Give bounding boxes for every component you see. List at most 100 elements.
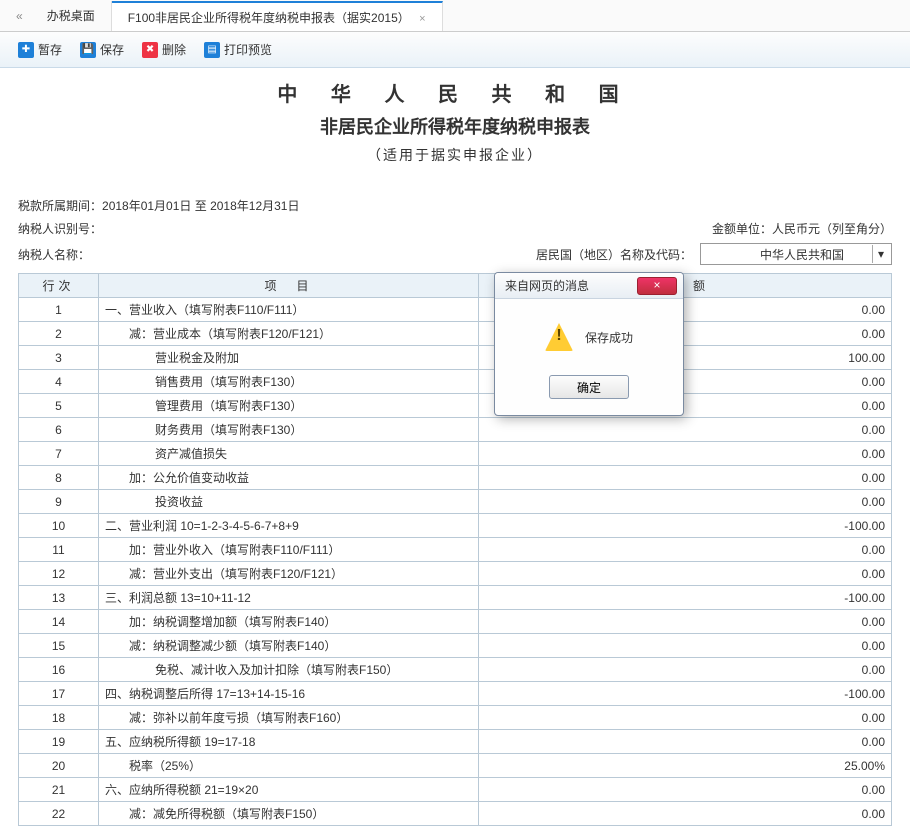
row-amount[interactable]: 0.00 (479, 730, 892, 754)
row-item: 销售费用（填写附表F130） (99, 370, 479, 394)
row-amount[interactable]: 0.00 (479, 466, 892, 490)
row-item: 免税、减计收入及加计扣除（填写附表F150） (99, 658, 479, 682)
row-amount[interactable]: 0.00 (479, 562, 892, 586)
row-item: 加：公允价值变动收益 (99, 466, 479, 490)
row-amount[interactable]: -100.00 (479, 586, 892, 610)
row-amount[interactable]: 0.00 (479, 418, 892, 442)
table-row: 2减：营业成本（填写附表F120/F121）0.00 (19, 322, 892, 346)
row-item: 加：纳税调整增加额（填写附表F140） (99, 610, 479, 634)
dialog-body: 保存成功 确定 (495, 299, 683, 415)
content-area: 中 华 人 民 共 和 国 非居民企业所得税年度纳税申报表 （适用于据实申报企业… (0, 68, 910, 826)
report-subtitle: （适用于据实申报企业） (18, 145, 892, 165)
row-amount[interactable]: -100.00 (479, 682, 892, 706)
title-block: 中 华 人 民 共 和 国 非居民企业所得税年度纳税申报表 （适用于据实申报企业… (18, 78, 892, 165)
row-number: 11 (19, 538, 99, 562)
row-item: 三、利润总额 13=10+11-12 (99, 586, 479, 610)
table-row: 20税率（25%）25.00% (19, 754, 892, 778)
row-item: 减：营业外支出（填写附表F120/F121） (99, 562, 479, 586)
row-amount[interactable]: 0.00 (479, 442, 892, 466)
row-item: 管理费用（填写附表F130） (99, 394, 479, 418)
table-row: 18减：弥补以前年度亏损（填写附表F160）0.00 (19, 706, 892, 730)
table-row: 17四、纳税调整后所得 17=13+14-15-16-100.00 (19, 682, 892, 706)
row-amount[interactable]: 0.00 (479, 778, 892, 802)
tab-desktop[interactable]: 办税桌面 (31, 1, 112, 31)
col-item-header: 项 目 (99, 274, 479, 298)
row-number: 10 (19, 514, 99, 538)
row-amount[interactable]: 0.00 (479, 610, 892, 634)
row-amount[interactable]: 0.00 (479, 706, 892, 730)
table-row: 13三、利润总额 13=10+11-12-100.00 (19, 586, 892, 610)
row-amount[interactable]: 0.00 (479, 658, 892, 682)
period-label: 税款所属期间： (18, 199, 102, 213)
warning-icon (545, 323, 573, 351)
row-item: 六、应纳所得税额 21=19×20 (99, 778, 479, 802)
row-number: 22 (19, 802, 99, 826)
row-item: 加：营业外收入（填写附表F110/F111） (99, 538, 479, 562)
collapse-icon[interactable]: « (8, 5, 31, 27)
close-icon[interactable]: × (419, 13, 425, 25)
dialog-ok-button[interactable]: 确定 (549, 375, 629, 399)
row-number: 12 (19, 562, 99, 586)
row-number: 3 (19, 346, 99, 370)
taxpayer-name-row: 纳税人名称： 居民国（地区）名称及代码： 中华人民共和国 (18, 243, 892, 265)
taxpayer-id-label: 纳税人识别号： (18, 220, 102, 237)
row-number: 16 (19, 658, 99, 682)
row-number: 6 (19, 418, 99, 442)
row-amount[interactable]: 0.00 (479, 538, 892, 562)
row-number: 8 (19, 466, 99, 490)
row-amount[interactable]: -100.00 (479, 514, 892, 538)
row-number: 13 (19, 586, 99, 610)
row-item: 四、纳税调整后所得 17=13+14-15-16 (99, 682, 479, 706)
row-item: 二、营业利润 10=1-2-3-4-5-6-7+8+9 (99, 514, 479, 538)
period-row: 税款所属期间：2018年01月01日 至 2018年12月31日 (18, 197, 892, 214)
taxpayer-id-row: 纳税人识别号： 金额单位：人民币元（列至角分） (18, 220, 892, 237)
row-item: 减：弥补以前年度亏损（填写附表F160） (99, 706, 479, 730)
table-row: 22减：减免所得税额（填写附表F150）0.00 (19, 802, 892, 826)
dialog-title-text: 来自网页的消息 (505, 277, 589, 294)
zancun-button[interactable]: ✚暂存 (10, 37, 70, 62)
row-amount[interactable]: 25.00% (479, 754, 892, 778)
dialog-close-button[interactable]: × (637, 277, 677, 295)
table-row: 7资产减值损失0.00 (19, 442, 892, 466)
row-number: 17 (19, 682, 99, 706)
col-row-header: 行次 (19, 274, 99, 298)
row-number: 19 (19, 730, 99, 754)
delete-icon: ✖ (142, 42, 158, 58)
table-row: 5管理费用（填写附表F130）0.00 (19, 394, 892, 418)
tab-label: F100非居民企业所得税年度纳税申报表（据实2015） (128, 11, 410, 25)
row-item: 减：减免所得税额（填写附表F150） (99, 802, 479, 826)
row-item: 减：营业成本（填写附表F120/F121） (99, 322, 479, 346)
table-row: 8加：公允价值变动收益0.00 (19, 466, 892, 490)
row-item: 五、应纳税所得额 19=17-18 (99, 730, 479, 754)
row-item: 营业税金及附加 (99, 346, 479, 370)
row-amount[interactable]: 0.00 (479, 490, 892, 514)
row-number: 15 (19, 634, 99, 658)
country-select[interactable]: 中华人民共和国 (700, 243, 892, 265)
row-amount[interactable]: 0.00 (479, 634, 892, 658)
row-number: 21 (19, 778, 99, 802)
row-amount[interactable]: 0.00 (479, 802, 892, 826)
unit-label: 金额单位：人民币元（列至角分） (712, 220, 892, 237)
shanchu-button[interactable]: ✖删除 (134, 37, 194, 62)
table-row: 4销售费用（填写附表F130）0.00 (19, 370, 892, 394)
save-icon: 💾 (80, 42, 96, 58)
baocun-button[interactable]: 💾保存 (72, 37, 132, 62)
table-row: 21六、应纳所得税额 21=19×200.00 (19, 778, 892, 802)
report-table: 行次 项 目 金 额 1一、营业收入（填写附表F110/F111）0.002减：… (18, 273, 892, 826)
table-row: 3营业税金及附加100.00 (19, 346, 892, 370)
tab-f100[interactable]: F100非居民企业所得税年度纳税申报表（据实2015） × (112, 1, 443, 31)
row-item: 财务费用（填写附表F130） (99, 418, 479, 442)
table-row: 14加：纳税调整增加额（填写附表F140）0.00 (19, 610, 892, 634)
save-draft-icon: ✚ (18, 42, 34, 58)
table-row: 9投资收益0.00 (19, 490, 892, 514)
tab-bar: « 办税桌面 F100非居民企业所得税年度纳税申报表（据实2015） × (0, 0, 910, 32)
table-row: 19五、应纳税所得额 19=17-180.00 (19, 730, 892, 754)
row-item: 资产减值损失 (99, 442, 479, 466)
taxpayer-name-label: 纳税人名称： (18, 246, 90, 263)
row-item: 税率（25%） (99, 754, 479, 778)
row-number: 4 (19, 370, 99, 394)
dayin-button[interactable]: ▤打印预览 (196, 37, 280, 62)
row-number: 2 (19, 322, 99, 346)
dialog-titlebar: 来自网页的消息 × (495, 273, 683, 299)
country-title: 中 华 人 民 共 和 国 (18, 78, 892, 107)
